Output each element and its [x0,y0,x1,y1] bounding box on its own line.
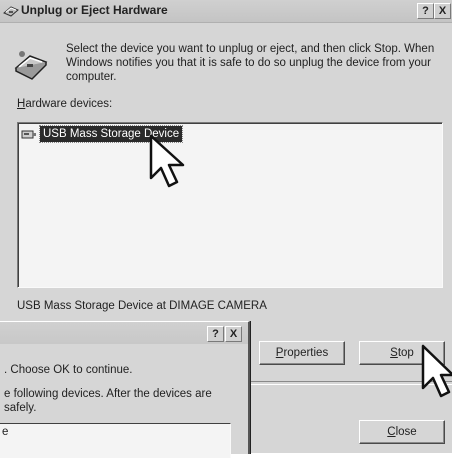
list-item: e [2,426,9,438]
confirm-dialog: ? X . Choose OK to continue. e following… [0,321,250,458]
usb-device-icon [21,130,36,139]
close-icon[interactable]: X [434,3,451,19]
confirm-text: . Choose OK to continue. [4,364,133,376]
mouse-pointer-icon [149,134,185,188]
confirm-title-bar[interactable]: ? X [0,322,248,344]
hardware-icon [14,51,48,80]
hardware-device-list[interactable]: USB Mass Storage Device [17,122,443,288]
help-button[interactable]: ? [207,326,224,342]
title-bar[interactable]: Unplug or Eject Hardware ? X [0,0,452,23]
hardware-devices-label: Hardware devices: [17,98,113,110]
mouse-pointer-icon [421,344,452,398]
device-status-text: USB Mass Storage Device at DIMAGE CAMERA [17,300,267,312]
dialog-title: Unplug or Eject Hardware [21,3,168,17]
close-button[interactable]: Close [359,420,445,444]
hardware-icon [3,6,19,17]
instruction-text: Select the device you want to unplug or … [66,43,435,83]
help-button[interactable]: ? [417,3,434,19]
close-icon[interactable]: X [225,326,242,342]
confirm-description: e following devices. After the devices a… [4,388,212,414]
properties-button[interactable]: Properties [259,341,345,365]
